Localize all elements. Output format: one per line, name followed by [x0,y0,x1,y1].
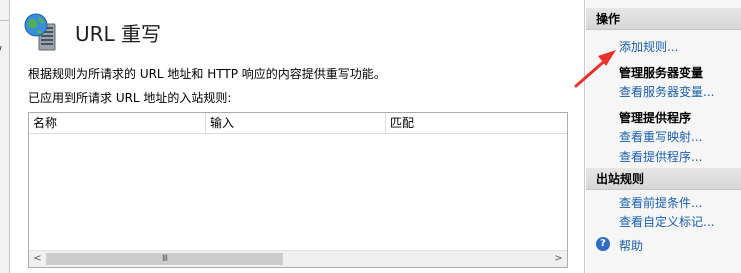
view-rewrite-maps-link[interactable]: 查看重写映射... [619,128,702,145]
scroll-right-button[interactable]: > [550,251,567,267]
outbound-rules-header: 出站规则 [586,168,741,190]
view-custom-tags-link[interactable]: 查看自定义标记... [619,213,714,230]
view-providers-link[interactable]: 查看提供程序... [619,148,702,165]
scrollbar-grip: III [162,254,168,264]
column-header-match[interactable]: 匹配 [386,113,567,133]
inbound-rules-table[interactable]: 名称 输入 匹配 < III > [28,112,568,268]
feature-pane: URL 重写 根据规则为所请求的 URL 地址和 HTTP 响应的内容提供重写功… [11,0,585,273]
horizontal-scrollbar[interactable]: < III > [29,250,567,267]
page-title: URL 重写 [75,22,162,46]
inbound-rules-caption: 已应用到所请求 URL 地址的入站规则: [28,91,232,105]
column-header-input[interactable]: 输入 [206,113,386,133]
table-header: 名称 输入 匹配 [29,113,567,134]
help-link[interactable]: 帮助 [619,237,643,254]
pane-divider [0,20,9,21]
globe-server-icon [24,13,56,51]
connections-pane-edge: / [0,0,10,273]
scroll-left-button[interactable]: < [29,251,46,267]
view-preconditions-link[interactable]: 查看前提条件... [619,194,702,211]
scrollbar-thumb[interactable]: III [46,253,283,265]
tree-glyph: / [0,44,2,57]
column-header-name[interactable]: 名称 [29,113,206,133]
annotation-arrow-icon [574,50,616,88]
providers-group-title: 管理提供程序 [619,111,692,125]
feature-description: 根据规则为所请求的 URL 地址和 HTTP 响应的内容提供重写功能。 [28,67,386,81]
help-icon[interactable]: ? [596,237,610,251]
actions-header: 操作 [586,8,741,30]
